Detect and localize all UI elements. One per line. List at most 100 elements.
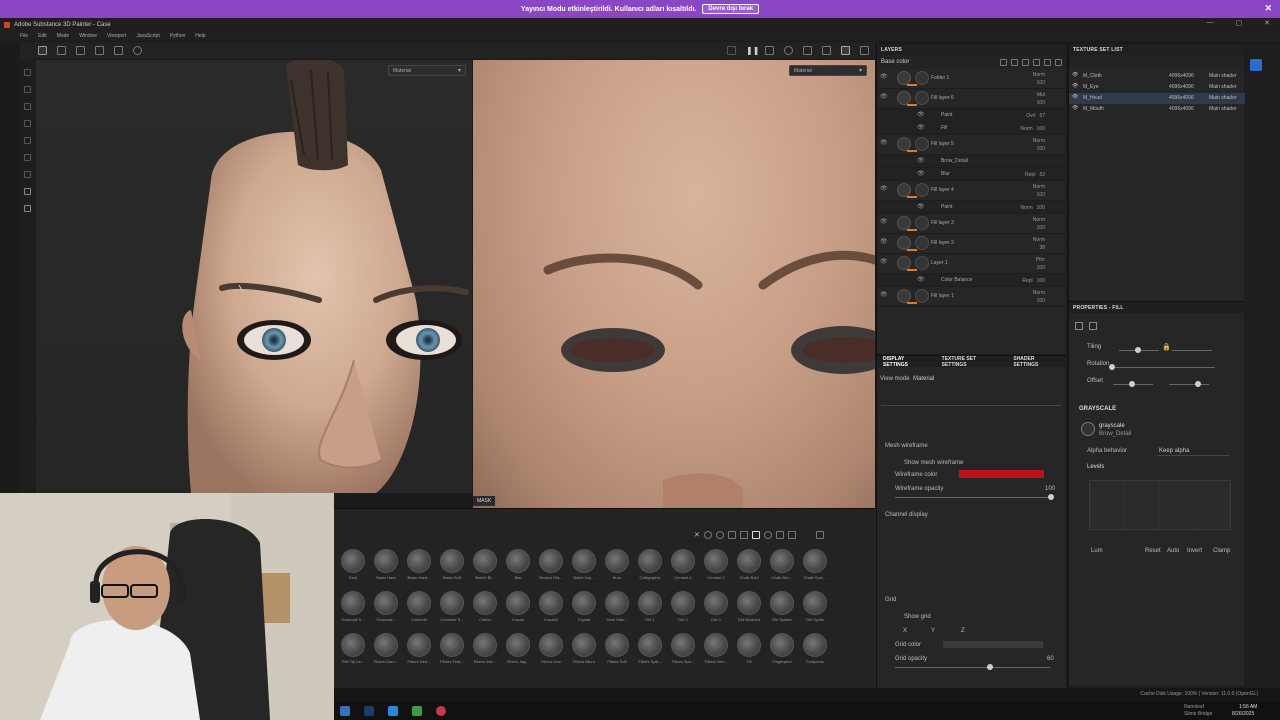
- layer-opacity[interactable]: 100: [1033, 297, 1045, 305]
- brush-preset[interactable]: Fibers Vert...: [700, 633, 732, 673]
- blend-mode[interactable]: Repl: [1022, 277, 1032, 285]
- brush-preset[interactable]: Charcoal S...: [337, 591, 369, 631]
- brush-preset[interactable]: Fibers Jag...: [502, 633, 534, 673]
- layer-opacity[interactable]: 100: [1037, 99, 1045, 107]
- texture-set-shader[interactable]: Main shader: [1209, 106, 1237, 112]
- brush-preset[interactable]: Fibers Soft: [601, 633, 633, 673]
- frame-icon[interactable]: [114, 46, 123, 55]
- menu-mode[interactable]: Mode: [57, 33, 70, 39]
- layer-opacity[interactable]: 62: [1039, 171, 1045, 179]
- brush-preset[interactable]: Cement 2: [700, 549, 732, 589]
- brush-preset[interactable]: Broken Gla...: [535, 549, 567, 589]
- brush-preset[interactable]: Fibers Den...: [403, 633, 435, 673]
- offset-x-knob[interactable]: [1129, 381, 1135, 387]
- layer-effect-row[interactable]: 👁 Brow_Detail: [877, 155, 1067, 168]
- brush-preset[interactable]: Chalk Spre...: [799, 549, 831, 589]
- grid-icon[interactable]: [38, 46, 47, 55]
- disable-button[interactable]: Devre dışı bırak: [702, 4, 760, 14]
- brush-preset[interactable]: Burn: [601, 549, 633, 589]
- alpha-behavior-select[interactable]: Keep alpha: [1157, 446, 1229, 456]
- brush-preset[interactable]: Dirt Brushed: [733, 591, 765, 631]
- layer-blend-opacity[interactable]: Norm 100: [1033, 137, 1045, 153]
- blend-mode[interactable]: Norm: [1033, 183, 1045, 191]
- layer-opacity[interactable]: 100: [1033, 79, 1045, 87]
- shelf-smart-icon[interactable]: [727, 531, 736, 539]
- texture-set-row[interactable]: 👁 M_Eye 4096x4096 Main shader: [1069, 82, 1245, 93]
- brush-preset[interactable]: Cotton: [469, 591, 501, 631]
- brush-preset[interactable]: Footprints: [799, 633, 831, 673]
- tab-display-settings[interactable]: DISPLAY SETTINGS: [877, 356, 936, 368]
- brush-preset[interactable]: Bokeh Bl...: [469, 549, 501, 589]
- layer-opacity[interactable]: 100: [1037, 204, 1045, 212]
- brush-preset[interactable]: Cracks: [502, 591, 534, 631]
- split-icon[interactable]: [76, 46, 85, 55]
- layer-row[interactable]: 👁 Fill layer 6 Mul 100: [877, 89, 1067, 109]
- brush-preset[interactable]: Chalk Bold: [733, 549, 765, 589]
- blend-mode[interactable]: Norm: [1020, 204, 1032, 212]
- brush-preset[interactable]: Fibers Feat...: [436, 633, 468, 673]
- visibility-eye-icon[interactable]: 👁: [1072, 83, 1078, 89]
- shelf-close-filter-icon[interactable]: ✕: [694, 531, 700, 539]
- layer-opacity[interactable]: 100: [1033, 224, 1045, 232]
- viewport-3d[interactable]: Material: [36, 60, 472, 493]
- brush-preset[interactable]: Dirt 2: [667, 591, 699, 631]
- minimize-icon[interactable]: —: [1207, 19, 1214, 27]
- smudge-tool-icon[interactable]: [24, 137, 31, 144]
- visibility-eye-icon[interactable]: 👁: [1072, 94, 1078, 100]
- texture-set-shader[interactable]: Main shader: [1209, 84, 1237, 90]
- menu-window[interactable]: Window: [79, 33, 97, 39]
- layer-effect-row[interactable]: 👁 Paint Norm 100: [877, 201, 1067, 214]
- layer-blend-opacity[interactable]: Norm 38: [1033, 236, 1045, 252]
- brush-preset[interactable]: Fibers Spo...: [667, 633, 699, 673]
- wireframe-opacity-slider[interactable]: [895, 497, 1050, 498]
- layer-opacity[interactable]: 100: [1033, 145, 1045, 153]
- lock-icon[interactable]: 🔒: [1162, 343, 1171, 351]
- viewport-2d[interactable]: Material MASK: [473, 60, 875, 508]
- layer-blend-opacity[interactable]: Mul 100: [1037, 91, 1045, 107]
- grayscale-thumb[interactable]: [1081, 422, 1095, 436]
- shelf-brushes-icon[interactable]: [751, 531, 760, 539]
- grayscale-name[interactable]: grayscale: [1099, 423, 1125, 429]
- offset-y-knob[interactable]: [1195, 381, 1201, 387]
- layer-effect-row[interactable]: 👁 Fill Norm 100: [877, 122, 1067, 135]
- levels-auto-button[interactable]: Auto: [1167, 548, 1179, 554]
- view-mode-select[interactable]: Material: [913, 376, 1063, 382]
- layer-effect-row[interactable]: 👁 Blur Repl 62: [877, 168, 1067, 181]
- shelf-text-icon[interactable]: [787, 531, 796, 539]
- texture-set-row[interactable]: 👁 M_Mouth 4096x4096 Main shader: [1069, 104, 1245, 115]
- visibility-eye-icon[interactable]: 👁: [1072, 105, 1078, 111]
- layer-effect-row[interactable]: 👁 Paint Ovrl 57: [877, 109, 1067, 122]
- texture-set-shader[interactable]: Main shader: [1209, 73, 1237, 79]
- taskbar-app1-icon[interactable]: [340, 706, 350, 716]
- add-mask-icon[interactable]: [1022, 58, 1029, 66]
- brush-preset[interactable]: Basic Hard: [370, 549, 402, 589]
- visibility-eye-icon[interactable]: 👁: [1072, 72, 1078, 78]
- brush-preset[interactable]: Dirt Splash: [766, 591, 798, 631]
- grid-color-swatch[interactable]: [943, 641, 1043, 648]
- texture-set-shader[interactable]: Main shader: [1209, 95, 1237, 101]
- brush-preset[interactable]: Fibers Micro: [568, 633, 600, 673]
- layer-blend-opacity[interactable]: Pthr 100: [1036, 256, 1045, 272]
- levels-reset-button[interactable]: Reset: [1145, 548, 1161, 554]
- shelf-materials-icon[interactable]: [715, 531, 724, 539]
- blend-mode[interactable]: Mul: [1037, 91, 1045, 99]
- layer-row[interactable]: 👁 Fill layer 4 Norm 100: [877, 181, 1067, 201]
- maximize-icon[interactable]: ▢: [1236, 19, 1243, 27]
- menu-javascript[interactable]: JavaScript: [136, 33, 159, 39]
- layer-blend-opacity[interactable]: Repl 62: [1025, 171, 1045, 179]
- history-icon[interactable]: [133, 46, 142, 55]
- taskbar-app2-icon[interactable]: [364, 706, 374, 716]
- blend-mode[interactable]: Norm: [1033, 137, 1045, 145]
- paint-tool-icon[interactable]: [24, 69, 31, 76]
- texture-set-row[interactable]: 👁 M_Head 4096x4096 Main shader: [1069, 93, 1245, 104]
- rotation-slider-track[interactable]: [1115, 367, 1215, 368]
- visibility-eye-icon[interactable]: 👁: [917, 170, 925, 177]
- blend-mode[interactable]: Norm: [1033, 216, 1045, 224]
- layer-row[interactable]: 👁 Fill layer 2 Norm 38: [877, 234, 1067, 254]
- strip-active-icon[interactable]: [1250, 59, 1262, 71]
- viewport-right-mode-select[interactable]: Material: [789, 65, 867, 76]
- eraser-tool-icon[interactable]: [24, 86, 31, 93]
- pen-icon[interactable]: [860, 46, 869, 55]
- brush-preset[interactable]: Blur: [502, 549, 534, 589]
- brush-preset[interactable]: Fibers Spik...: [634, 633, 666, 673]
